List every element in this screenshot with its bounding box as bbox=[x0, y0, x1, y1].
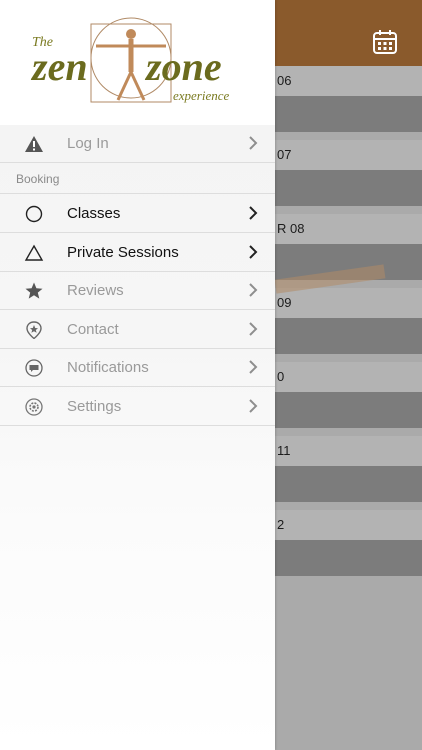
calendar-icon[interactable] bbox=[372, 29, 398, 55]
menu-item-notifications[interactable]: Notifications bbox=[0, 349, 275, 387]
menu-item-settings[interactable]: Settings bbox=[0, 388, 275, 426]
date-label: R 08 bbox=[277, 221, 305, 236]
warning-icon bbox=[25, 136, 43, 152]
menu-item-label: Notifications bbox=[67, 359, 149, 376]
date-label: 0 bbox=[277, 369, 285, 384]
location-pin-icon bbox=[26, 321, 42, 339]
chevron-right-icon bbox=[249, 399, 258, 413]
date-label: 11 bbox=[277, 443, 291, 458]
chevron-right-icon bbox=[249, 206, 258, 220]
section-label: Booking bbox=[16, 172, 60, 186]
chevron-right-icon bbox=[249, 245, 258, 259]
section-header-booking: Booking bbox=[0, 164, 275, 194]
menu-item-contact[interactable]: Contact bbox=[0, 311, 275, 349]
triangle-icon bbox=[24, 244, 44, 261]
svg-text:experience: experience bbox=[173, 88, 230, 103]
menu-item-label: Classes bbox=[67, 205, 121, 222]
chat-bubble-icon bbox=[25, 359, 43, 377]
star-icon bbox=[25, 282, 43, 299]
date-label: 2 bbox=[277, 517, 285, 532]
date-label: 07 bbox=[277, 147, 292, 162]
date-label: 06 bbox=[277, 73, 292, 88]
logo-image: The zen zone experience bbox=[30, 17, 230, 103]
menu-item-label: Contact bbox=[67, 321, 119, 338]
date-label: 09 bbox=[277, 295, 292, 310]
menu-item-private-sessions[interactable]: Private Sessions bbox=[0, 234, 275, 272]
menu-item-label: Private Sessions bbox=[67, 244, 179, 261]
menu-item-log-in[interactable]: Log In bbox=[0, 125, 275, 163]
svg-text:zone: zone bbox=[144, 44, 222, 89]
chevron-right-icon bbox=[249, 322, 258, 336]
logo: The zen zone experience bbox=[0, 0, 275, 125]
circle-icon bbox=[25, 205, 43, 223]
chevron-right-icon bbox=[249, 360, 258, 374]
chevron-right-icon bbox=[249, 283, 258, 297]
menu-item-label: Log In bbox=[67, 135, 109, 152]
gear-icon bbox=[25, 398, 43, 416]
menu-item-classes[interactable]: Classes bbox=[0, 195, 275, 233]
chevron-right-icon bbox=[249, 136, 258, 150]
menu-item-reviews[interactable]: Reviews bbox=[0, 272, 275, 310]
menu-item-label: Reviews bbox=[67, 282, 124, 299]
menu-item-label: Settings bbox=[67, 398, 122, 415]
svg-text:zen: zen bbox=[30, 44, 88, 89]
side-drawer: The zen zone experience Log In Booking C… bbox=[0, 0, 275, 750]
